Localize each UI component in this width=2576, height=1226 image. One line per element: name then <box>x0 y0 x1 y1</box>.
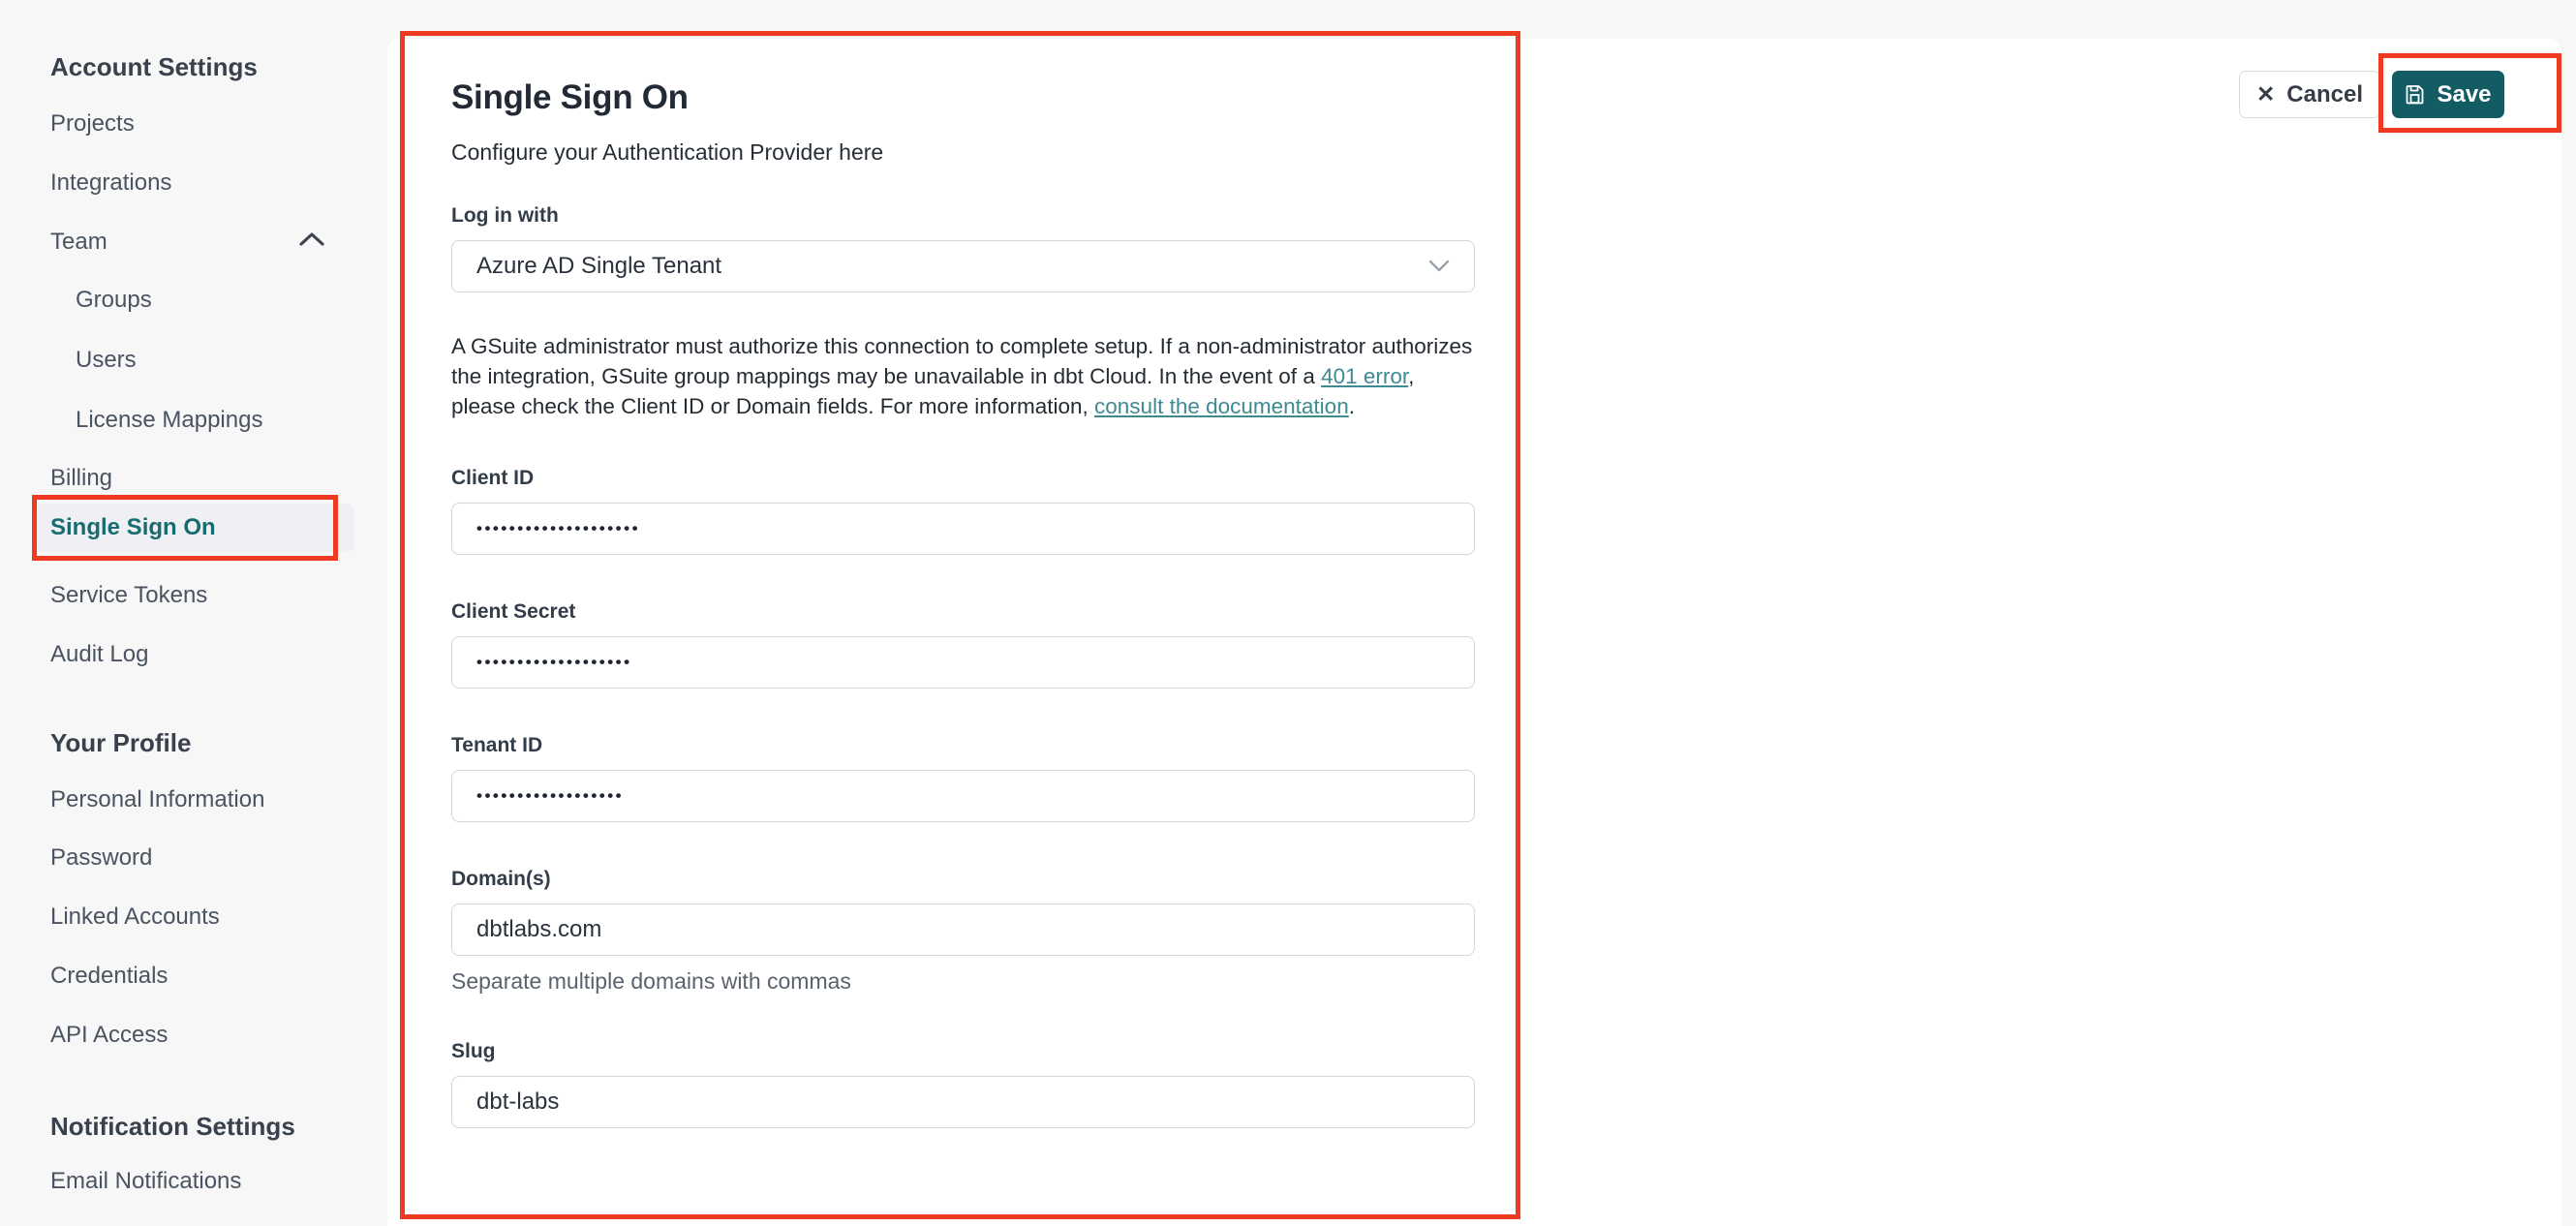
domains-helper-text: Separate multiple domains with commas <box>451 968 851 994</box>
login-with-selected-value: Azure AD Single Tenant <box>476 253 722 279</box>
consult-documentation-link[interactable]: consult the documentation <box>1094 394 1349 418</box>
sidebar-item-team[interactable]: Team <box>50 229 107 256</box>
sidebar-item-linked-accounts[interactable]: Linked Accounts <box>50 904 220 931</box>
sidebar-item-license-mappings[interactable]: License Mappings <box>76 407 262 434</box>
slug-label: Slug <box>451 1040 496 1062</box>
sidebar-item-billing[interactable]: Billing <box>50 465 112 492</box>
sidebar-item-integrations[interactable]: Integrations <box>50 169 171 197</box>
cancel-button-label: Cancel <box>2286 80 2363 107</box>
slug-field[interactable] <box>451 1076 1475 1128</box>
401-error-link[interactable]: 401 error <box>1321 364 1408 388</box>
chevron-up-icon[interactable] <box>298 230 325 248</box>
note-text: . <box>1348 394 1355 418</box>
page-title: Single Sign On <box>451 78 689 116</box>
single-sign-on-form: Single Sign On Configure your Authentica… <box>451 0 1475 1128</box>
client-id-label: Client ID <box>451 467 535 489</box>
chevron-down-icon <box>1428 260 1450 273</box>
tenant-id-field[interactable] <box>451 770 1475 822</box>
tenant-id-label: Tenant ID <box>451 734 543 756</box>
sidebar-item-email-notifications[interactable]: Email Notifications <box>50 1168 241 1195</box>
page-subtitle: Configure your Authentication Provider h… <box>451 139 884 165</box>
sidebar-item-groups[interactable]: Groups <box>76 287 152 314</box>
gsuite-note: A GSuite administrator must authorize th… <box>451 331 1480 421</box>
login-with-label: Log in with <box>451 204 559 227</box>
sidebar-item-projects[interactable]: Projects <box>50 110 135 138</box>
save-button-label: Save <box>2437 80 2492 107</box>
save-button[interactable]: Save <box>2392 71 2504 118</box>
sidebar-item-service-tokens[interactable]: Service Tokens <box>50 582 207 609</box>
sidebar-item-label: Single Sign On <box>50 514 216 540</box>
domains-field[interactable] <box>451 904 1475 956</box>
domains-label: Domain(s) <box>451 868 551 890</box>
sidebar-item-users[interactable]: Users <box>76 347 137 374</box>
client-secret-field[interactable] <box>451 636 1475 689</box>
sidebar-item-credentials[interactable]: Credentials <box>50 963 168 990</box>
client-secret-label: Client Secret <box>451 600 576 623</box>
cancel-button[interactable]: ✕ Cancel <box>2239 71 2380 118</box>
sidebar-item-password[interactable]: Password <box>50 844 152 872</box>
settings-sidebar: Account Settings Projects Integrations T… <box>0 0 387 1226</box>
sidebar-item-personal-information[interactable]: Personal Information <box>50 786 264 813</box>
sidebar-item-audit-log[interactable]: Audit Log <box>50 641 148 668</box>
login-with-select[interactable]: Azure AD Single Tenant <box>451 240 1475 292</box>
sidebar-header-your-profile: Your Profile <box>50 728 192 757</box>
sidebar-item-single-sign-on[interactable]: Single Sign On <box>35 504 354 552</box>
save-icon <box>2405 84 2425 105</box>
note-text: A GSuite administrator must authorize th… <box>451 334 1473 388</box>
sidebar-header-account-settings: Account Settings <box>50 52 258 81</box>
client-id-field[interactable] <box>451 503 1475 555</box>
close-icon: ✕ <box>2256 81 2276 107</box>
sidebar-header-notification-settings: Notification Settings <box>50 1112 295 1141</box>
sidebar-item-api-access[interactable]: API Access <box>50 1022 168 1049</box>
